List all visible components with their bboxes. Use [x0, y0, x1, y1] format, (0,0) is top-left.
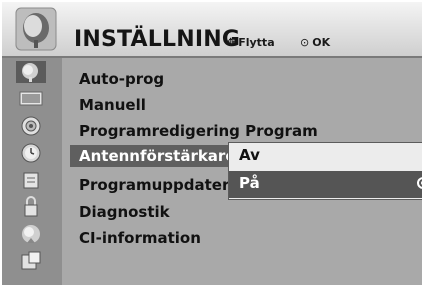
- usb-icon[interactable]: [16, 250, 46, 272]
- menu-item-manuell[interactable]: Manuell: [79, 96, 146, 114]
- lock-icon[interactable]: [16, 169, 46, 191]
- ok-circle-icon: ⊙: [300, 36, 310, 49]
- menu-item-antennforstarkare[interactable]: Antennförstärkare: [70, 145, 245, 167]
- option-glyph: [24, 196, 38, 217]
- move-hint-label: Flytta: [238, 36, 275, 49]
- speaker-glyph: [21, 116, 41, 136]
- option-icon[interactable]: [16, 196, 46, 218]
- satellite-dish-icon: [15, 7, 57, 51]
- input-icon[interactable]: [16, 223, 46, 245]
- page-title: INSTÄLLNING: [74, 27, 241, 52]
- clock-glyph: [21, 143, 41, 163]
- menu-header: INSTÄLLNING ✥ Flytta ⊙ OK: [2, 2, 422, 58]
- move-hint: ✥ Flytta: [226, 36, 275, 49]
- lock-glyph: [23, 172, 39, 189]
- option-av-label: Av: [239, 146, 260, 164]
- option-pa[interactable]: På: [229, 171, 422, 198]
- option-pa-label: På: [239, 174, 260, 192]
- radio-selected-icon: [417, 177, 422, 189]
- usb-glyph: [21, 251, 41, 270]
- menu-item-ci-information[interactable]: CI-information: [79, 229, 201, 247]
- monitor-icon[interactable]: [16, 88, 46, 110]
- menu-item-programredigering[interactable]: Programredigering Program: [79, 122, 318, 140]
- menu-item-diagnostik[interactable]: Diagnostik: [79, 203, 170, 221]
- clock-icon[interactable]: [16, 142, 46, 164]
- ok-hint-label: OK: [312, 36, 331, 49]
- settings-menu-window: INSTÄLLNING ✥ Flytta ⊙ OK Auto-prog Manu…: [2, 2, 422, 285]
- category-sidebar: [2, 58, 62, 285]
- speaker-icon[interactable]: [16, 115, 46, 137]
- menu-item-auto-prog[interactable]: Auto-prog: [79, 70, 164, 88]
- input-glyph: [22, 225, 40, 243]
- satellite-dish-glyph: [22, 63, 38, 82]
- antenna-amplifier-submenu: Av På: [228, 142, 422, 200]
- option-av[interactable]: Av: [229, 143, 422, 170]
- satellite-dish-icon[interactable]: [16, 61, 46, 83]
- four-way-arrow-icon: ✥: [226, 36, 236, 49]
- ok-hint: ⊙ OK: [300, 36, 330, 49]
- monitor-glyph: [19, 91, 43, 106]
